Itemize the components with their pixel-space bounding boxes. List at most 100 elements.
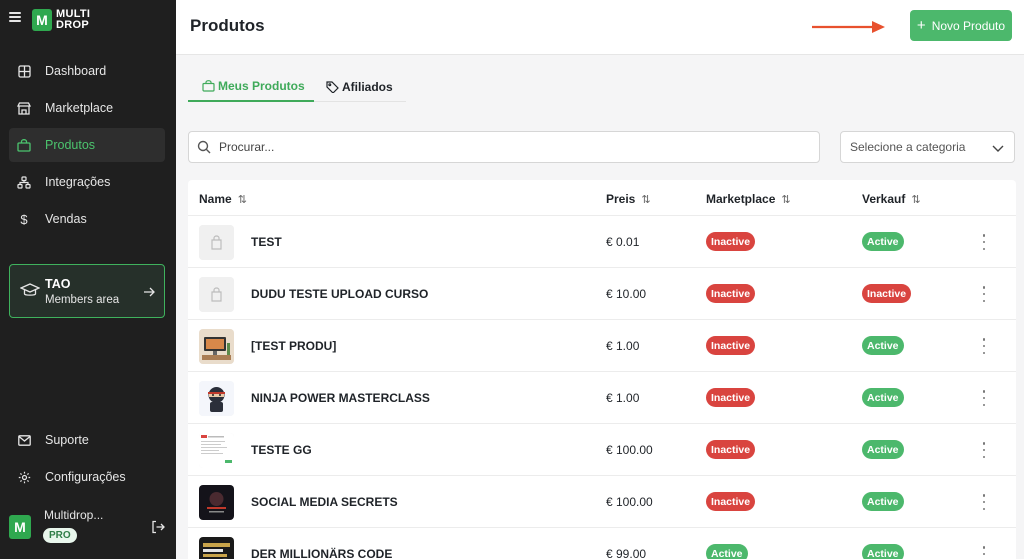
category-select[interactable]: Selecione a categoria bbox=[840, 131, 1015, 163]
sidebar-item-produtos[interactable]: Produtos bbox=[9, 128, 165, 162]
annotation-arrow-icon bbox=[812, 21, 885, 33]
product-name: NINJA POWER MASTERCLASS bbox=[251, 391, 430, 405]
more-options-icon[interactable] bbox=[981, 390, 987, 406]
products-table: Name ⇅ Preis ⇅ Marketplace ⇅ Verkauf ⇅ TEST … bbox=[188, 180, 1016, 559]
bag-icon bbox=[202, 80, 215, 92]
members-area-title: TAO bbox=[45, 277, 71, 291]
tab-meus-produtos[interactable]: Meus Produtos bbox=[188, 72, 314, 102]
product-thumbnail bbox=[199, 485, 234, 520]
column-header-name[interactable]: Name ⇅ bbox=[199, 192, 247, 206]
marketplace-status-badge: Inactive bbox=[706, 232, 756, 251]
sale-status-badge: Active bbox=[862, 440, 904, 459]
table-row[interactable]: NINJA POWER MASTERCLASS € 1.00 Inactive … bbox=[188, 372, 1016, 424]
marketplace-status-badge: Inactive bbox=[706, 336, 756, 355]
table-row[interactable]: DER MILLIONÄRS CODE € 99.00 Active Activ… bbox=[188, 528, 1016, 559]
product-price: € 0.01 bbox=[606, 235, 640, 249]
search-box bbox=[188, 131, 820, 163]
members-area-subtitle: Members area bbox=[45, 294, 120, 306]
column-header-marketplace[interactable]: Marketplace ⇅ bbox=[706, 192, 791, 206]
sale-status-badge: Active bbox=[862, 544, 904, 559]
marketplace-status-badge: Inactive bbox=[706, 284, 756, 303]
sort-icon: ⇅ bbox=[237, 193, 247, 206]
tab-label: Meus Produtos bbox=[218, 79, 305, 93]
more-options-icon[interactable] bbox=[981, 286, 987, 302]
sidebar-item-suporte[interactable]: Suporte bbox=[9, 423, 165, 457]
sidebar-item-integracoes[interactable]: Integrações bbox=[9, 165, 165, 199]
store-icon bbox=[17, 101, 31, 115]
sidebar-item-label: Produtos bbox=[45, 138, 96, 152]
page-title: Produtos bbox=[190, 16, 265, 35]
marketplace-status-badge: Inactive bbox=[706, 492, 756, 511]
product-thumbnail bbox=[199, 381, 234, 416]
product-name: DUDU TESTE UPLOAD CURSO bbox=[251, 287, 429, 301]
logout-icon[interactable] bbox=[151, 520, 165, 534]
arrow-right-icon bbox=[143, 285, 155, 297]
search-input[interactable] bbox=[219, 140, 779, 154]
logo: M bbox=[32, 9, 52, 31]
sidebar: M MULTI DROP Dashboard Marketplace Produ… bbox=[0, 0, 176, 559]
column-header-sale[interactable]: Verkauf ⇅ bbox=[862, 192, 921, 206]
graduation-cap-icon bbox=[19, 283, 41, 299]
more-options-icon[interactable] bbox=[981, 494, 987, 510]
product-name: TEST bbox=[251, 235, 282, 249]
gear-icon bbox=[17, 470, 31, 484]
sort-icon: ⇅ bbox=[911, 193, 921, 206]
table-row[interactable]: SOCIAL MEDIA SECRETS € 100.00 Inactive A… bbox=[188, 476, 1016, 528]
product-thumbnail bbox=[199, 225, 234, 260]
user-profile[interactable]: M Multidrop... PRO bbox=[0, 500, 176, 559]
column-label: Preis bbox=[606, 192, 636, 206]
tab-label: Afiliados bbox=[342, 80, 393, 94]
sidebar-item-configuracoes[interactable]: Configurações bbox=[9, 460, 165, 494]
page-header: Produtos + Novo Produto bbox=[176, 0, 1024, 55]
marketplace-status-badge: Inactive bbox=[706, 440, 756, 459]
new-product-button[interactable]: + Novo Produto bbox=[910, 10, 1012, 41]
more-options-icon[interactable] bbox=[981, 234, 987, 250]
product-thumbnail bbox=[199, 277, 234, 312]
product-name: SOCIAL MEDIA SECRETS bbox=[251, 495, 398, 509]
logo-text: MULTI DROP bbox=[56, 9, 90, 31]
members-area-card[interactable]: TAO Members area bbox=[9, 264, 165, 318]
sort-icon: ⇅ bbox=[641, 193, 651, 206]
menu-icon[interactable] bbox=[9, 12, 21, 22]
table-row[interactable]: DUDU TESTE UPLOAD CURSO € 10.00 Inactive… bbox=[188, 268, 1016, 320]
more-options-icon[interactable] bbox=[981, 442, 987, 458]
product-thumbnail bbox=[199, 329, 234, 364]
sidebar-item-label: Suporte bbox=[45, 433, 89, 447]
marketplace-status-badge: Inactive bbox=[706, 388, 756, 407]
sale-status-badge: Active bbox=[862, 336, 904, 355]
table-row[interactable]: TESTE GG € 100.00 Inactive Active bbox=[188, 424, 1016, 476]
avatar: M bbox=[9, 515, 31, 539]
product-price: € 10.00 bbox=[606, 287, 647, 301]
sidebar-item-vendas[interactable]: $ Vendas bbox=[9, 202, 165, 236]
product-tabs: Meus Produtos Afiliados bbox=[188, 72, 406, 102]
dashboard-icon bbox=[17, 64, 31, 78]
table-row[interactable]: [TEST PRODU] € 1.00 Inactive Active bbox=[188, 320, 1016, 372]
more-options-icon[interactable] bbox=[981, 338, 987, 354]
dollar-icon: $ bbox=[20, 211, 28, 227]
product-price: € 1.00 bbox=[606, 391, 640, 405]
sale-status-badge: Active bbox=[862, 492, 904, 511]
new-product-label: Novo Produto bbox=[931, 18, 1006, 33]
product-name: TESTE GG bbox=[251, 443, 312, 457]
sidebar-item-marketplace[interactable]: Marketplace bbox=[9, 91, 165, 125]
table-row[interactable]: TEST € 0.01 Inactive Active bbox=[188, 216, 1016, 268]
logo-line-2: DROP bbox=[56, 19, 89, 31]
column-label: Marketplace bbox=[706, 192, 776, 206]
sale-status-badge: Inactive bbox=[862, 284, 912, 303]
column-label: Verkauf bbox=[862, 192, 906, 206]
column-label: Name bbox=[199, 192, 232, 206]
sale-status-badge: Active bbox=[862, 232, 904, 251]
sidebar-item-dashboard[interactable]: Dashboard bbox=[9, 54, 165, 88]
product-price: € 100.00 bbox=[606, 443, 653, 457]
sidebar-item-label: Configurações bbox=[45, 470, 126, 484]
plan-badge: PRO bbox=[43, 528, 77, 543]
product-price: € 1.00 bbox=[606, 339, 640, 353]
sidebar-item-label: Integrações bbox=[45, 175, 111, 189]
column-header-price[interactable]: Preis ⇅ bbox=[606, 192, 651, 206]
sidebar-item-label: Marketplace bbox=[45, 101, 114, 115]
mail-icon bbox=[17, 433, 31, 447]
more-options-icon[interactable] bbox=[981, 546, 987, 559]
tab-afiliados[interactable]: Afiliados bbox=[326, 72, 393, 102]
product-price: € 100.00 bbox=[606, 495, 653, 509]
search-icon bbox=[197, 140, 211, 154]
